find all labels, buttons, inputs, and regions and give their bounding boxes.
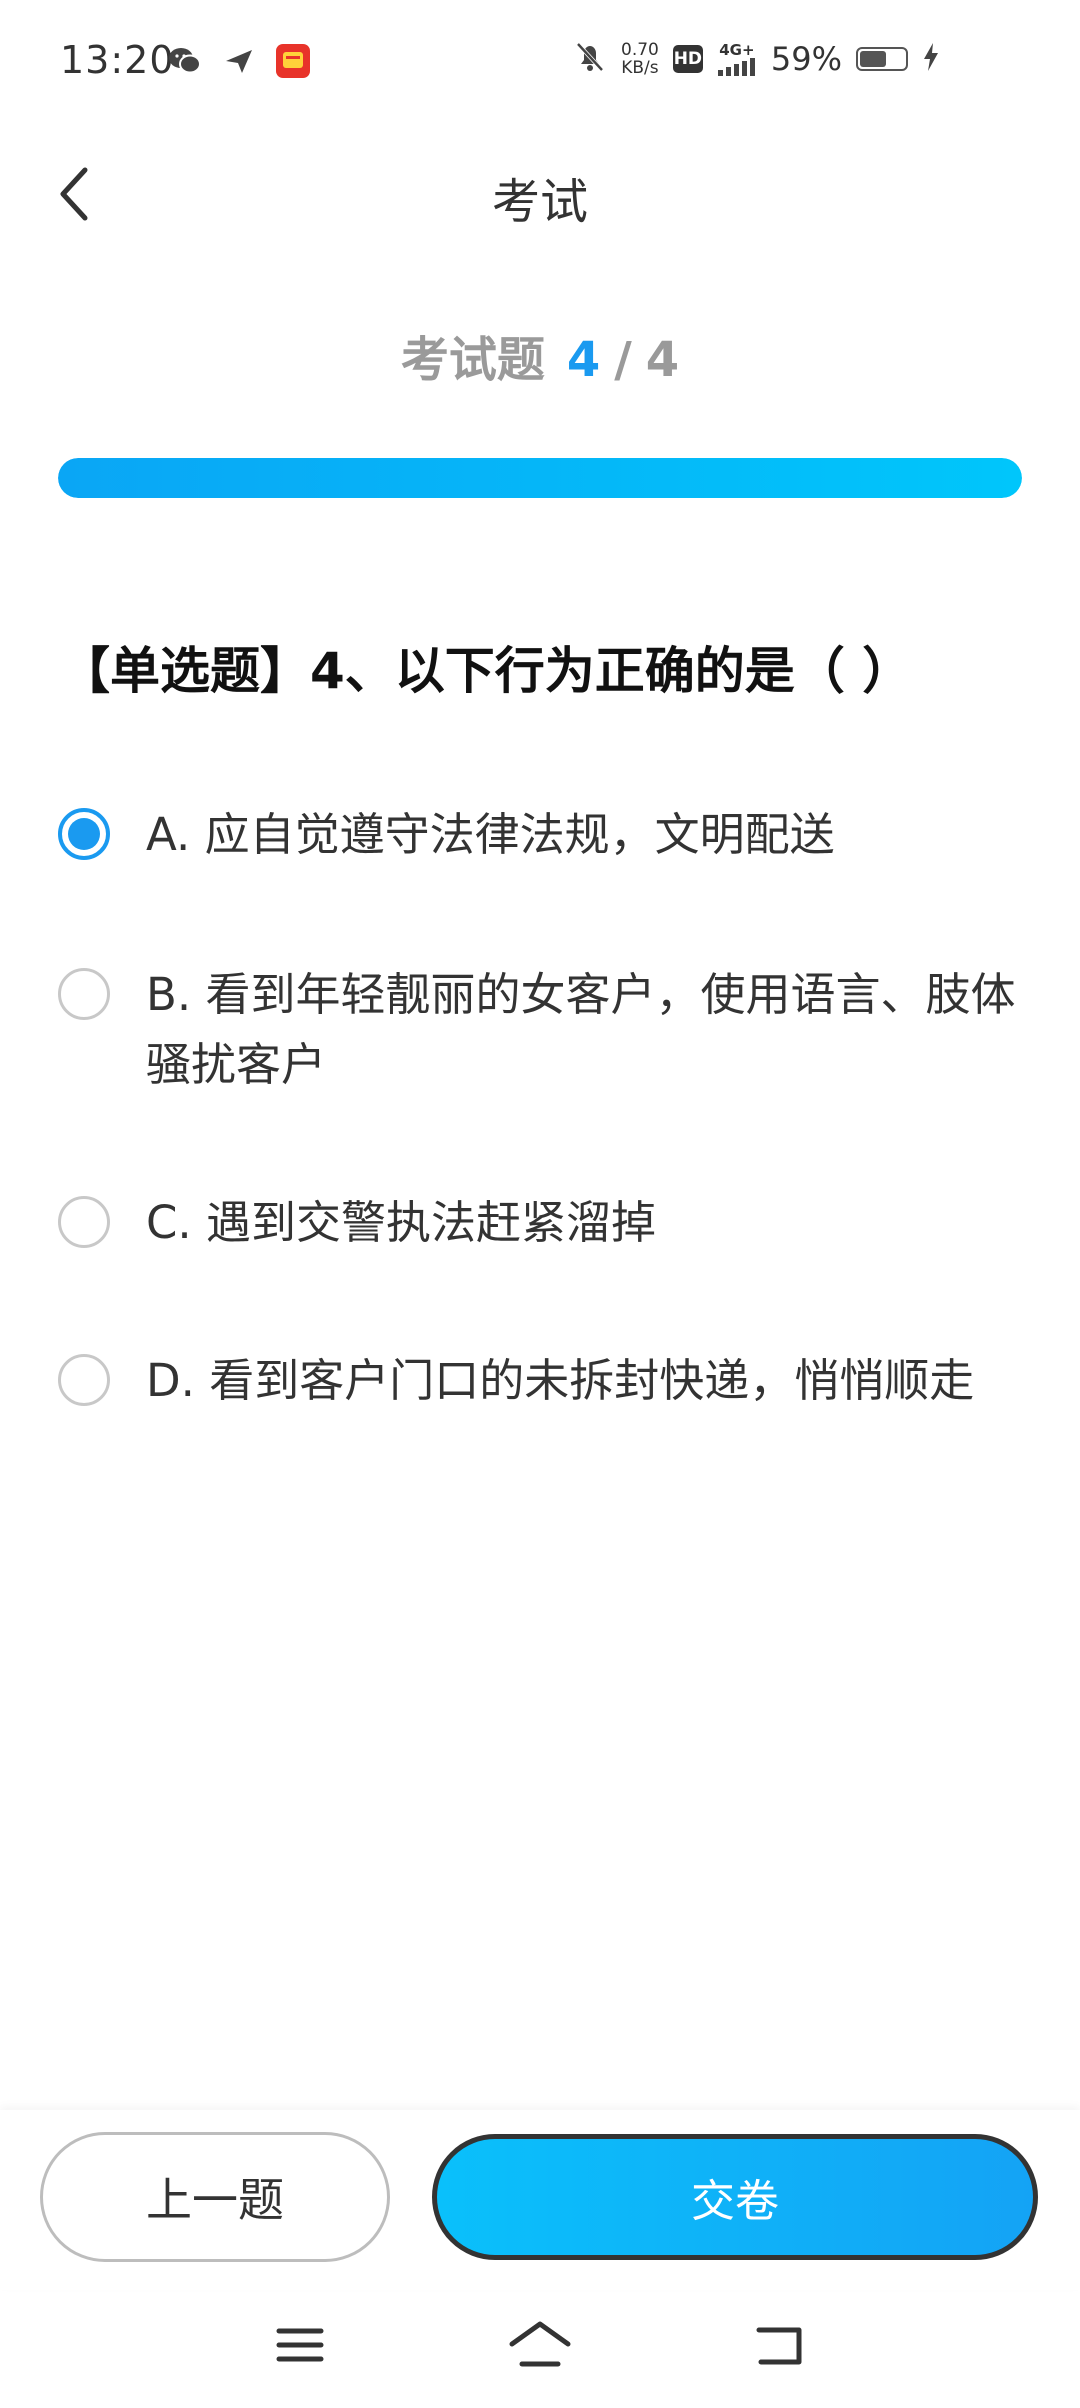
option-b[interactable]: B. 看到年轻靓丽的女客户，使用语言、肢体骚扰客户 bbox=[58, 960, 1022, 1100]
question-progress: 考试题 4/4 bbox=[0, 320, 1080, 390]
home-icon[interactable] bbox=[500, 2310, 580, 2380]
submit-exam-button[interactable]: 交卷 bbox=[432, 2134, 1038, 2260]
progress-bar bbox=[58, 458, 1022, 498]
status-time: 13:20 bbox=[60, 38, 175, 82]
taobao-app-icon bbox=[276, 44, 310, 82]
app-header: 考试 bbox=[0, 140, 1080, 250]
progress-separator: / bbox=[614, 332, 632, 388]
network-speed-unit: KB/s bbox=[621, 58, 659, 78]
back-icon[interactable] bbox=[740, 2310, 820, 2380]
radio-button[interactable] bbox=[58, 968, 110, 1020]
radio-button[interactable] bbox=[58, 1196, 110, 1248]
previous-question-button[interactable]: 上一题 bbox=[40, 2132, 390, 2262]
signal-label: 4G+ bbox=[719, 40, 755, 59]
radio-button[interactable] bbox=[58, 808, 110, 860]
bottom-action-bar: 上一题 交卷 bbox=[0, 2110, 1080, 2290]
wechat-icon bbox=[168, 46, 202, 80]
send-icon bbox=[224, 47, 254, 79]
option-label: B. 看到年轻靓丽的女客户，使用语言、肢体骚扰客户 bbox=[146, 968, 1016, 1091]
notification-icons bbox=[168, 44, 310, 82]
system-nav-bar bbox=[0, 2290, 1080, 2408]
option-label: D. 看到客户门口的未拆封快递，悄悄顺走 bbox=[146, 1354, 975, 1407]
status-indicators: 0.70 KB/s HD 4G+ 59% bbox=[573, 40, 940, 78]
signal-icon: 4G+ bbox=[717, 40, 757, 76]
charging-icon bbox=[922, 42, 940, 76]
battery-level bbox=[860, 51, 886, 67]
exam-screen: 13:20 0.70 KB/s HD 4G+ 59% 考试 考试题 4 / 4 … bbox=[0, 0, 1080, 2408]
question-text: 【单选题】4、以下行为正确的是（ ） bbox=[60, 642, 913, 700]
battery-percent: 59% bbox=[770, 40, 842, 78]
radio-button[interactable] bbox=[58, 1354, 110, 1406]
option-d[interactable]: D. 看到客户门口的未拆封快递，悄悄顺走 bbox=[58, 1346, 1022, 1416]
option-label: C. 遇到交警执法赶紧溜掉 bbox=[146, 1196, 657, 1249]
hd-badge: HD bbox=[672, 45, 703, 73]
option-c[interactable]: C. 遇到交警执法赶紧溜掉 bbox=[58, 1188, 1022, 1258]
mute-bell-icon bbox=[573, 40, 607, 78]
option-label: A. 应自觉遵守法律法规，文明配送 bbox=[146, 808, 835, 861]
network-speed-value: 0.70 bbox=[621, 40, 659, 60]
progress-total: 4 bbox=[645, 332, 680, 388]
status-bar: 13:20 0.70 KB/s HD 4G+ 59% bbox=[0, 0, 1080, 120]
page-title: 考试 bbox=[491, 174, 588, 230]
progress-label: 考试题 bbox=[400, 332, 545, 388]
battery-icon bbox=[856, 47, 908, 71]
progress-current: 4 bbox=[566, 332, 601, 388]
network-speed: 0.70 KB/s bbox=[621, 41, 659, 77]
option-a[interactable]: A. 应自觉遵守法律法规，文明配送 bbox=[58, 800, 1022, 870]
progress-bar-fill bbox=[58, 458, 1022, 498]
menu-icon[interactable] bbox=[260, 2310, 340, 2380]
